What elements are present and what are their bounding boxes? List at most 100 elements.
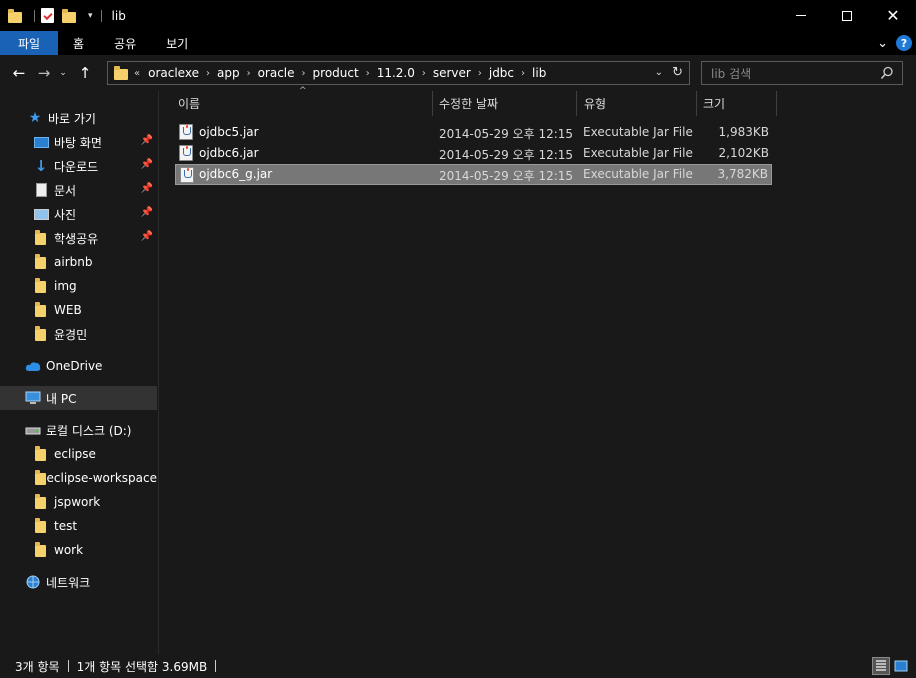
file-row[interactable]: ojdbc5.jar 2014-05-29 오후 12:15 Executabl… (175, 122, 772, 143)
help-icon[interactable]: ? (896, 35, 912, 51)
cloud-icon (25, 358, 41, 374)
chevron-right-icon[interactable]: › (478, 68, 482, 79)
search-placeholder: lib 검색 (711, 66, 752, 81)
column-divider[interactable] (696, 91, 697, 116)
breadcrumb-version[interactable]: 11.2.0 (377, 66, 415, 80)
column-divider[interactable] (432, 91, 433, 116)
tab-home[interactable]: 홈 (58, 31, 99, 55)
breadcrumb-product[interactable]: product (313, 66, 359, 80)
nav-item-folder[interactable]: eclipse-workspace (0, 466, 157, 490)
folder-icon (33, 326, 49, 342)
file-type: Executable Jar File (583, 167, 693, 181)
document-icon (33, 182, 49, 198)
column-divider[interactable] (576, 91, 577, 116)
column-header-type[interactable]: 유형 (584, 91, 606, 116)
chevron-right-icon[interactable]: › (247, 68, 251, 79)
folder-icon (33, 230, 49, 246)
nav-item-folder[interactable]: airbnb (0, 250, 157, 274)
ribbon-tabs: 파일 홈 공유 보기 ⌄ ? (0, 31, 916, 55)
new-folder-icon[interactable] (62, 8, 76, 23)
breadcrumb-oraclexe[interactable]: oraclexe (148, 66, 199, 80)
file-type: Executable Jar File (583, 146, 693, 160)
pin-icon[interactable]: 📌 (141, 159, 153, 170)
customize-toolbar-dropdown[interactable]: ▾ (88, 11, 93, 21)
address-bar[interactable]: « oraclexe › app › oracle › product › 11… (107, 61, 690, 85)
navigation-pane: ★ 바로 가기 바탕 화면 📌 ↓ 다운로드 📌 문서 📌 사진 📌 학생공유 … (0, 91, 159, 654)
nav-item-folder[interactable]: eclipse (0, 442, 157, 466)
refresh-icon[interactable]: ↻ (672, 65, 683, 80)
nav-item-desktop[interactable]: 바탕 화면 📌 (0, 130, 157, 154)
chevron-right-icon[interactable]: › (302, 68, 306, 79)
nav-item-folder[interactable]: img (0, 274, 157, 298)
forward-button[interactable]: → (32, 61, 56, 85)
breadcrumb-server[interactable]: server (433, 66, 471, 80)
file-row[interactable]: ojdbc6.jar 2014-05-29 오후 12:15 Executabl… (175, 143, 772, 164)
nav-item-pictures[interactable]: 사진 📌 (0, 202, 157, 226)
pin-icon[interactable]: 📌 (141, 207, 153, 218)
selection-info: 1개 항목 선택함 3.69MB (76, 659, 208, 674)
nav-onedrive[interactable]: OneDrive (0, 354, 157, 378)
breadcrumb-overflow[interactable]: « (134, 68, 140, 79)
pin-icon[interactable]: 📌 (141, 135, 153, 146)
details-view-button[interactable] (872, 657, 890, 675)
folder-icon (33, 494, 49, 510)
folder-icon (33, 470, 46, 486)
sort-ascending-icon: ^ (299, 86, 307, 96)
nav-this-pc[interactable]: 내 PC (0, 386, 157, 410)
nav-item-downloads[interactable]: ↓ 다운로드 📌 (0, 154, 157, 178)
column-header-name[interactable]: 이름 (178, 91, 200, 116)
large-icons-view-icon (894, 660, 908, 672)
column-header-date[interactable]: 수정한 날짜 (439, 91, 498, 116)
properties-icon[interactable] (41, 8, 54, 23)
nav-item-documents[interactable]: 문서 📌 (0, 178, 157, 202)
jar-file-icon (179, 124, 193, 140)
column-divider[interactable] (776, 91, 777, 116)
tab-view[interactable]: 보기 (151, 31, 203, 55)
details-view-icon (876, 660, 886, 671)
nav-quick-access[interactable]: ★ 바로 가기 (0, 106, 157, 130)
tab-share[interactable]: 공유 (99, 31, 151, 55)
chevron-right-icon[interactable]: › (422, 68, 426, 79)
chevron-right-icon[interactable]: › (206, 68, 210, 79)
nav-local-disk[interactable]: 로컬 디스크 (D:) (0, 418, 157, 442)
tab-file[interactable]: 파일 (0, 31, 58, 55)
maximize-button[interactable] (824, 0, 870, 31)
back-button[interactable]: ← (7, 61, 31, 85)
nav-item-folder[interactable]: work (0, 538, 157, 562)
maximize-icon (842, 10, 852, 21)
minimize-button[interactable] (778, 0, 824, 31)
folder-icon (33, 254, 49, 270)
breadcrumb-oracle[interactable]: oracle (258, 66, 295, 80)
file-row-selected[interactable]: ojdbc6_g.jar 2014-05-29 오후 12:15 Executa… (175, 164, 772, 185)
address-history-chevron-icon[interactable]: ⌄ (655, 67, 663, 78)
jar-file-icon (179, 145, 193, 161)
status-separator (67, 660, 69, 672)
recent-locations-chevron-icon[interactable]: ⌄ (56, 61, 70, 85)
up-button[interactable]: ↑ (73, 61, 97, 85)
nav-item-folder[interactable]: 윤경민 (0, 322, 157, 346)
pin-icon[interactable]: 📌 (141, 183, 153, 194)
nav-item-shared[interactable]: 학생공유 📌 (0, 226, 157, 250)
breadcrumb-lib[interactable]: lib (532, 66, 546, 80)
expand-ribbon-chevron-icon[interactable]: ⌄ (877, 36, 888, 51)
file-size: 3,782KB (717, 167, 768, 181)
breadcrumb-app[interactable]: app (217, 66, 240, 80)
toolbar-separator (34, 9, 35, 22)
pictures-icon (33, 206, 49, 222)
computer-icon (25, 390, 41, 406)
pin-icon[interactable]: 📌 (141, 231, 153, 242)
chevron-right-icon[interactable]: › (521, 68, 525, 79)
large-icons-view-button[interactable] (892, 657, 910, 675)
search-box[interactable]: lib 검색 (701, 61, 903, 85)
breadcrumb-jdbc[interactable]: jdbc (489, 66, 514, 80)
chevron-right-icon[interactable]: › (366, 68, 370, 79)
nav-item-folder[interactable]: jspwork (0, 490, 157, 514)
close-button[interactable]: ✕ (870, 0, 916, 31)
column-header-size[interactable]: 크기 (703, 91, 725, 116)
folder-icon (114, 66, 128, 80)
nav-network[interactable]: 네트워크 (0, 570, 157, 594)
toolbar-separator (100, 9, 102, 22)
window-title: lib (111, 8, 126, 23)
nav-item-folder[interactable]: WEB (0, 298, 157, 322)
nav-item-folder[interactable]: test (0, 514, 157, 538)
